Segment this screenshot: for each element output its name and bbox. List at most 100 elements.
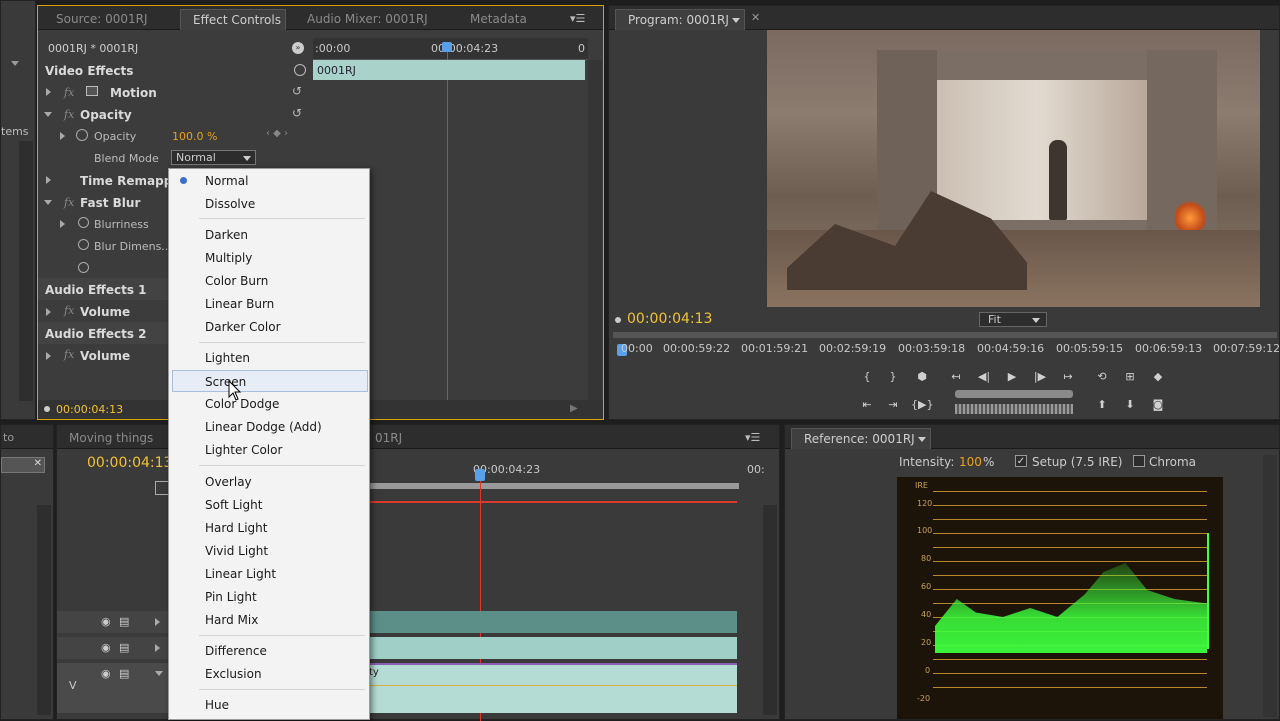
- eye-icon[interactable]: ◉: [101, 641, 111, 654]
- volume-1-expand-icon[interactable]: [46, 308, 51, 316]
- blur-dim-stopwatch-icon[interactable]: [78, 239, 89, 250]
- tab-program[interactable]: Program: 0001RJ: [615, 9, 745, 30]
- program-scrub-bar[interactable]: [613, 332, 1277, 338]
- play-icon[interactable]: ▶: [1001, 367, 1023, 387]
- eye-icon[interactable]: ◉: [101, 667, 111, 680]
- play-around-icon[interactable]: {▶}: [911, 395, 933, 415]
- motion-fx-icon[interactable]: fx: [64, 86, 74, 99]
- ec-playhead[interactable]: [447, 42, 448, 407]
- opacity-rubberband[interactable]: [369, 685, 737, 686]
- snap-icon[interactable]: [155, 481, 169, 495]
- ec-options-icon[interactable]: »: [292, 42, 304, 54]
- menu-item-darken[interactable]: Darken: [169, 224, 369, 246]
- volume-2-expand-icon[interactable]: [46, 352, 51, 360]
- menu-item-overlay[interactable]: Overlay: [169, 471, 369, 493]
- keyframe-nav-icon[interactable]: ‹ ◆ ›: [266, 128, 288, 139]
- menu-item-color-dodge[interactable]: Color Dodge: [169, 393, 369, 415]
- motion-reset-icon[interactable]: ↺: [292, 84, 302, 98]
- tab-moving-things[interactable]: Moving things: [57, 428, 167, 449]
- step-back-icon[interactable]: ◀|: [973, 367, 995, 387]
- film-icon[interactable]: ▤: [119, 615, 129, 628]
- chevron-down-icon[interactable]: [732, 18, 740, 23]
- menu-item-vivid-light[interactable]: Vivid Light: [169, 540, 369, 562]
- step-forward-icon[interactable]: |▶: [1029, 367, 1051, 387]
- repeat-edge-stopwatch-icon[interactable]: [78, 262, 89, 273]
- ec-playhead-handle[interactable]: [442, 42, 452, 52]
- blurriness-expand-icon[interactable]: [60, 220, 65, 228]
- menu-item-pin-light[interactable]: Pin Light: [169, 586, 369, 608]
- track-collapse-icon[interactable]: [155, 671, 163, 676]
- jog-shuttle-slider[interactable]: [955, 390, 1073, 398]
- opacity-reset-icon[interactable]: ↺: [292, 106, 302, 120]
- fast-blur-fx-icon[interactable]: fx: [64, 196, 74, 209]
- menu-item-normal[interactable]: Normal: [169, 170, 369, 192]
- eye-icon[interactable]: ◉: [101, 615, 111, 628]
- program-ruler[interactable]: 00:00 00:00:59:22 00:01:59:21 00:02:59:1…: [613, 340, 1280, 360]
- extract-icon[interactable]: ⬇: [1119, 395, 1141, 415]
- stopwatch-icon[interactable]: [76, 129, 88, 141]
- mark-out-icon[interactable]: }: [882, 367, 904, 387]
- tab-effect-controls[interactable]: Effect Controls: [180, 9, 286, 30]
- close-icon[interactable]: ✕: [751, 11, 760, 24]
- video-effects-toggle-icon[interactable]: [294, 64, 306, 76]
- film-icon[interactable]: ▤: [119, 667, 129, 680]
- setup-label[interactable]: Setup (7.5 IRE): [1032, 455, 1122, 469]
- tab-source[interactable]: Source: 0001RJ: [44, 9, 174, 30]
- add-marker-icon[interactable]: ⬢: [911, 367, 933, 387]
- tab-reference[interactable]: Reference: 0001RJ: [791, 428, 931, 449]
- blurriness-stopwatch-icon[interactable]: [78, 217, 89, 228]
- project-scrollbar[interactable]: [19, 141, 33, 401]
- timeline-playhead-handle[interactable]: [475, 469, 485, 481]
- panel-menu-icon[interactable]: ▾☰: [745, 431, 760, 444]
- trim-icon[interactable]: ⇥: [882, 395, 904, 415]
- reference-scrollbar[interactable]: [1263, 455, 1277, 717]
- clip-opacity-label[interactable]: ty: [369, 667, 379, 678]
- export-frame-icon[interactable]: ◙: [1147, 395, 1169, 415]
- ec-clip-bar[interactable]: 0001RJ: [313, 60, 585, 80]
- timeline-clip[interactable]: [369, 637, 737, 659]
- chroma-checkbox[interactable]: [1133, 455, 1145, 467]
- ec-right-scrollbar[interactable]: [588, 60, 602, 400]
- ec-timecode[interactable]: 00:00:04:13: [56, 403, 123, 416]
- menu-item-linear-dodge[interactable]: Linear Dodge (Add): [169, 416, 369, 438]
- tab-audio-mixer[interactable]: Audio Mixer: 0001RJ: [295, 9, 445, 30]
- timeline-clip[interactable]: [369, 611, 737, 633]
- chevron-down-icon[interactable]: [11, 61, 19, 66]
- tab-sequence[interactable]: 01RJ: [363, 428, 423, 449]
- timeline-clip-video[interactable]: ty: [369, 663, 737, 713]
- film-icon[interactable]: ▤: [119, 641, 129, 654]
- menu-item-darker-color[interactable]: Darker Color: [169, 316, 369, 338]
- blend-mode-dropdown[interactable]: Normal: [171, 150, 256, 165]
- menu-item-screen[interactable]: Screen: [172, 370, 368, 392]
- fast-blur-collapse-icon[interactable]: [44, 200, 52, 205]
- timeline-timecode[interactable]: 00:00:04:13: [87, 455, 172, 471]
- menu-item-color-burn[interactable]: Color Burn: [169, 270, 369, 292]
- project-bottom-tab[interactable]: to: [3, 431, 14, 444]
- loop-icon[interactable]: ⟲: [1091, 367, 1113, 387]
- track-expand-icon[interactable]: [155, 618, 160, 626]
- menu-item-multiply[interactable]: Multiply: [169, 247, 369, 269]
- menu-item-difference[interactable]: Difference: [169, 640, 369, 662]
- volume-2-fx-icon[interactable]: fx: [64, 348, 74, 361]
- output-icon[interactable]: ◆: [1147, 367, 1169, 387]
- opacity-fx-icon[interactable]: fx: [64, 108, 74, 121]
- menu-item-hard-mix[interactable]: Hard Mix: [169, 609, 369, 631]
- menu-item-hue[interactable]: Hue: [169, 694, 369, 716]
- time-remap-expand-icon[interactable]: [46, 176, 51, 184]
- chevron-down-icon[interactable]: [918, 437, 926, 442]
- motion-transform-icon[interactable]: [86, 86, 98, 96]
- track-expand-icon[interactable]: [155, 644, 160, 652]
- opacity-param-expand-icon[interactable]: [60, 132, 65, 140]
- search-field[interactable]: ✕: [1, 457, 45, 473]
- work-area-bar[interactable]: [369, 483, 739, 489]
- setup-checkbox[interactable]: ✓: [1015, 455, 1027, 467]
- motion-expand-icon[interactable]: [46, 88, 51, 96]
- go-to-out-icon[interactable]: ↦: [1057, 367, 1079, 387]
- project-bottom-scrollbar[interactable]: [37, 505, 51, 715]
- volume-1-fx-icon[interactable]: fx: [64, 304, 74, 317]
- menu-item-hard-light[interactable]: Hard Light: [169, 517, 369, 539]
- menu-item-soft-light[interactable]: Soft Light: [169, 494, 369, 516]
- menu-item-lighten[interactable]: Lighten: [169, 347, 369, 369]
- menu-item-linear-light[interactable]: Linear Light: [169, 563, 369, 585]
- ec-scroll-right-icon[interactable]: ▶: [570, 403, 578, 414]
